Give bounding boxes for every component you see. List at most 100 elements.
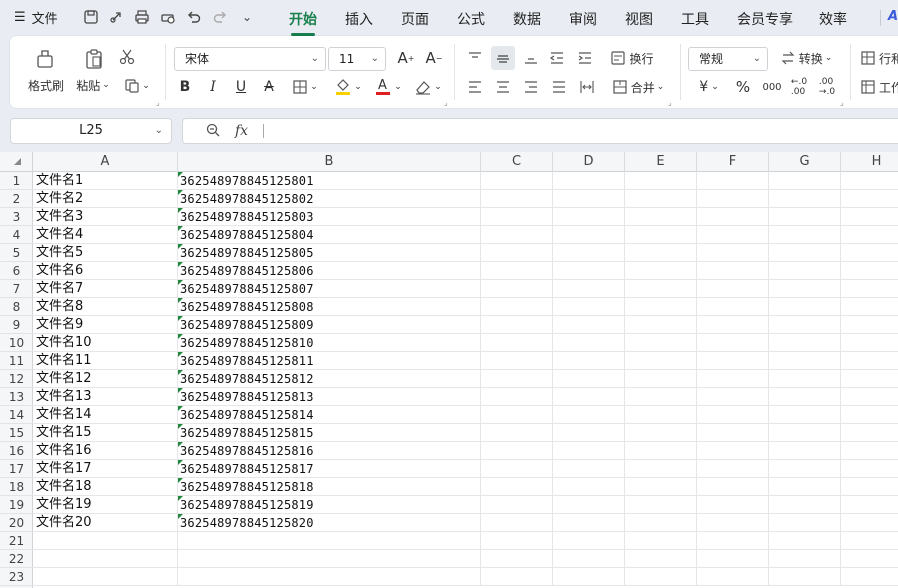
cell-empty[interactable]: [841, 172, 898, 190]
row-header[interactable]: 8: [0, 298, 33, 316]
cell-a[interactable]: 文件名19: [33, 496, 178, 514]
cell-b[interactable]: 362548978845125806: [178, 262, 481, 280]
cell-a[interactable]: 文件名5: [33, 244, 178, 262]
cell-empty[interactable]: [625, 478, 697, 496]
cell-empty[interactable]: [553, 442, 625, 460]
cell-empty[interactable]: [697, 352, 769, 370]
cell-a[interactable]: 文件名15: [33, 424, 178, 442]
cell-empty[interactable]: [697, 568, 769, 586]
cell-empty[interactable]: [697, 406, 769, 424]
cell-empty[interactable]: [697, 226, 769, 244]
cell-empty[interactable]: [769, 478, 841, 496]
cell-empty[interactable]: [769, 442, 841, 460]
cell-a[interactable]: 文件名11: [33, 352, 178, 370]
cell-b[interactable]: 362548978845125812: [178, 370, 481, 388]
decrease-decimal-icon[interactable]: .00 →.0: [816, 77, 838, 97]
row-header[interactable]: 16: [0, 442, 33, 460]
cell-a[interactable]: 文件名6: [33, 262, 178, 280]
cell-empty[interactable]: [553, 226, 625, 244]
cell-empty[interactable]: [697, 172, 769, 190]
select-all-corner[interactable]: [0, 152, 33, 172]
cell-empty[interactable]: [481, 298, 553, 316]
cell-empty[interactable]: [553, 460, 625, 478]
distribute-icon[interactable]: [577, 77, 597, 97]
cell-empty[interactable]: [481, 244, 553, 262]
increase-font-icon[interactable]: A +: [396, 48, 416, 68]
cell-empty[interactable]: [481, 172, 553, 190]
cell-empty[interactable]: [481, 262, 553, 280]
cell-empty[interactable]: [481, 424, 553, 442]
copy-button[interactable]: ⌄: [120, 76, 154, 96]
tab-tools[interactable]: 工具: [681, 9, 709, 29]
strikethrough-icon[interactable]: A: [259, 77, 279, 97]
cell-a[interactable]: 文件名2: [33, 190, 178, 208]
currency-icon[interactable]: ¥ ⌄: [694, 77, 724, 97]
cell-b[interactable]: 362548978845125815: [178, 424, 481, 442]
cell-empty[interactable]: [841, 298, 898, 316]
cell-empty[interactable]: [625, 262, 697, 280]
cell-empty[interactable]: [481, 388, 553, 406]
ai-icon[interactable]: A: [888, 9, 898, 24]
cell-a[interactable]: 文件名16: [33, 442, 178, 460]
increase-indent-icon[interactable]: [575, 48, 595, 68]
cell-empty[interactable]: [697, 244, 769, 262]
cell-empty[interactable]: [625, 190, 697, 208]
cell-empty[interactable]: [625, 280, 697, 298]
cell-b[interactable]: 362548978845125814: [178, 406, 481, 424]
cell-empty[interactable]: [625, 244, 697, 262]
cell-b[interactable]: 362548978845125803: [178, 208, 481, 226]
worksheet-button[interactable]: 工作: [860, 76, 898, 98]
cell-empty[interactable]: [553, 550, 625, 568]
column-header-f[interactable]: F: [697, 152, 769, 172]
cell-b[interactable]: 362548978845125802: [178, 190, 481, 208]
cell-empty[interactable]: [625, 442, 697, 460]
row-header[interactable]: 14: [0, 406, 33, 424]
column-header-h[interactable]: H: [841, 152, 898, 172]
redo-icon[interactable]: [211, 7, 229, 27]
italic-icon[interactable]: I: [203, 77, 223, 97]
cell-empty[interactable]: [697, 478, 769, 496]
row-header[interactable]: 15: [0, 424, 33, 442]
row-header[interactable]: 21: [0, 532, 33, 550]
cell-empty[interactable]: [769, 370, 841, 388]
cell-a[interactable]: 文件名20: [33, 514, 178, 532]
cell-empty[interactable]: [553, 424, 625, 442]
cell-empty[interactable]: [697, 496, 769, 514]
cell-empty[interactable]: [841, 334, 898, 352]
cell-empty[interactable]: [769, 352, 841, 370]
cell-empty[interactable]: [697, 280, 769, 298]
cell-empty[interactable]: [697, 442, 769, 460]
cell-empty[interactable]: [553, 190, 625, 208]
border-button[interactable]: ⌄: [288, 77, 322, 97]
cell-empty[interactable]: [625, 316, 697, 334]
increase-decimal-icon[interactable]: ←.0.00: [788, 77, 810, 97]
print-icon[interactable]: [133, 7, 151, 27]
font-color-button[interactable]: A ⌄: [370, 76, 406, 98]
cell-empty[interactable]: [697, 316, 769, 334]
cell-empty[interactable]: [481, 442, 553, 460]
row-header[interactable]: 7: [0, 280, 33, 298]
format-painter-icon[interactable]: [30, 46, 60, 72]
cell-empty[interactable]: [481, 352, 553, 370]
cell-a[interactable]: 文件名18: [33, 478, 178, 496]
cell-a[interactable]: 文件名7: [33, 280, 178, 298]
font-size-select[interactable]: 11 ⌄: [328, 47, 386, 71]
cell-empty[interactable]: [697, 388, 769, 406]
cell-empty[interactable]: [841, 550, 898, 568]
save-icon[interactable]: [82, 7, 100, 27]
cell-b[interactable]: 362548978845125811: [178, 352, 481, 370]
cell-empty[interactable]: [841, 514, 898, 532]
cell-empty[interactable]: [769, 514, 841, 532]
column-header-d[interactable]: D: [553, 152, 625, 172]
decrease-font-icon[interactable]: A −: [424, 48, 444, 68]
zoom-icon[interactable]: [205, 122, 221, 142]
file-menu[interactable]: ☰ 文件: [14, 8, 58, 27]
paste-button[interactable]: 粘贴 ⌄: [74, 76, 112, 94]
row-header[interactable]: 22: [0, 550, 33, 568]
column-header-e[interactable]: E: [625, 152, 697, 172]
tab-page[interactable]: 页面: [401, 9, 429, 29]
cell-empty[interactable]: [481, 532, 553, 550]
cell-empty[interactable]: [481, 514, 553, 532]
cell-empty[interactable]: [841, 244, 898, 262]
cell-empty[interactable]: [697, 514, 769, 532]
